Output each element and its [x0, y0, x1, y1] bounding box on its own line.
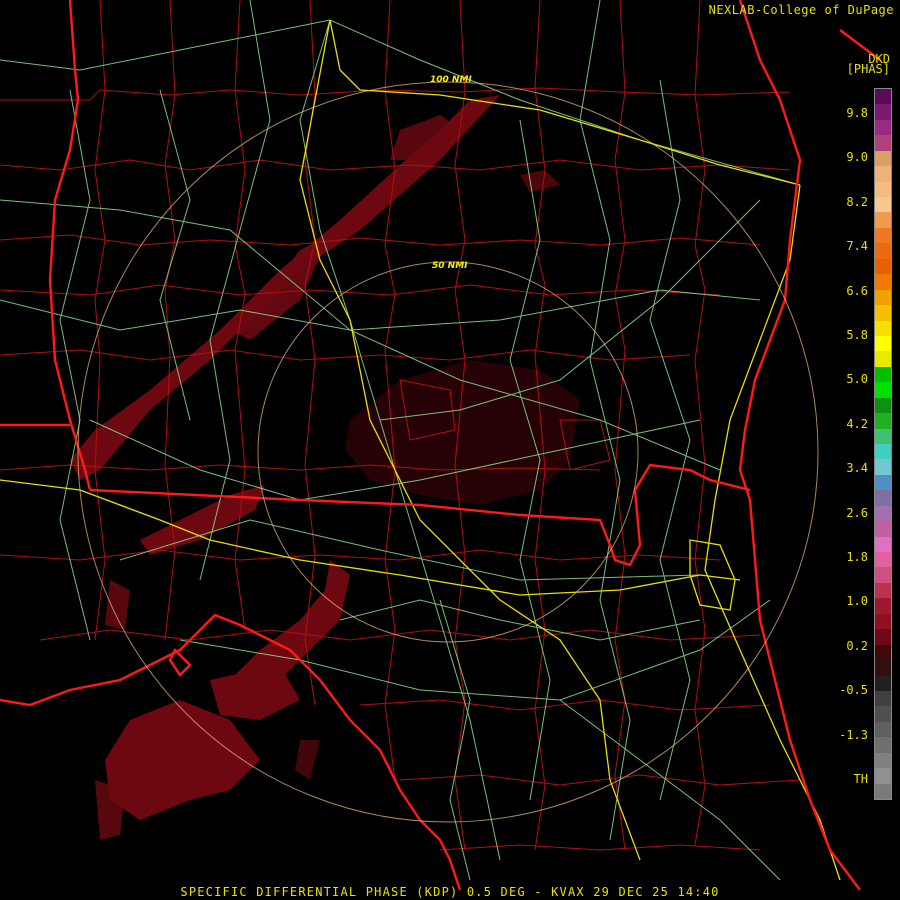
color-scale-segment: [875, 212, 891, 229]
color-scale-segment: [875, 335, 891, 352]
color-scale-segment: [875, 305, 891, 321]
color-scale-segment: [875, 660, 891, 676]
color-scale-segment: [875, 197, 891, 213]
ring-label-100: 100 NMI: [430, 75, 472, 85]
color-scale-segment: [875, 366, 891, 383]
color-scale-segment: [875, 737, 891, 754]
color-scale-segment: [875, 181, 891, 198]
color-scale-tick-label: 7.4: [846, 239, 868, 254]
color-scale-segment: [875, 598, 891, 615]
color-scale-segment: [875, 613, 891, 630]
color-scale-segment: [875, 505, 891, 522]
color-scale-segment: [875, 752, 891, 769]
color-scale-segment: [875, 382, 891, 399]
legend-unit-label: [PHAS]: [846, 62, 890, 76]
product-caption: SPECIFIC DIFFERENTIAL PHASE (KDP) 0.5 DE…: [180, 885, 720, 899]
color-scale-tick-label: 9.0: [846, 150, 868, 165]
color-scale-segment: [875, 459, 891, 476]
color-scale-segment: [875, 490, 891, 507]
color-scale-tick-label: 8.2: [846, 194, 868, 209]
color-scale-segment: [875, 135, 891, 152]
color-scale-segment: [875, 351, 891, 368]
color-scale-segment: [875, 521, 891, 538]
ring-label-50: 50 NMI: [432, 261, 468, 271]
color-scale-segment: [875, 274, 891, 291]
color-scale-segment: [875, 227, 891, 244]
color-scale-segment: [875, 552, 891, 568]
color-scale-segment: [875, 89, 891, 105]
color-scale-tick-label: 4.2: [846, 416, 868, 431]
color-scale-segment: [875, 444, 891, 460]
color-scale-segment: [875, 413, 891, 430]
color-scale-tick-label: 5.8: [846, 328, 868, 342]
color-scale-segment: [875, 644, 891, 661]
color-scale-segment: [875, 258, 891, 275]
color-scale-segment: [875, 289, 891, 306]
color-scale-tick-label: 1.0: [846, 594, 868, 609]
color-scale-tick-label: 2.6: [846, 505, 868, 520]
color-scale-segment: [875, 567, 891, 584]
color-scale-segment: [875, 166, 891, 183]
color-scale-segment: [875, 629, 891, 646]
color-scale-segment: [875, 150, 891, 167]
color-scale-segment: [875, 768, 891, 785]
color-scale-segment: [875, 428, 891, 445]
color-scale-tick-label: 6.6: [846, 283, 868, 298]
color-scale-segment: [875, 783, 891, 800]
color-scale-tick-label: -1.3: [839, 727, 868, 742]
color-scale-bar: [874, 88, 892, 800]
color-scale-tick-label: TH: [853, 772, 868, 786]
color-scale-segment: [875, 474, 891, 491]
color-scale-segment: [875, 536, 891, 553]
color-scale-segment: [875, 320, 891, 337]
color-scale-segment: [875, 397, 891, 414]
color-scale-tick-label: 1.8: [846, 550, 868, 564]
color-scale-segment: [875, 582, 891, 599]
color-scale-tick-label: 9.8: [846, 106, 868, 120]
credit-label: NEXLAB-College of DuPage: [708, 3, 894, 17]
color-scale-tick-label: 0.2: [846, 638, 868, 653]
color-scale-segment: [875, 706, 891, 723]
color-scale-tick-label: 5.0: [846, 372, 868, 387]
radar-map: 100 NMI 50 NMI: [0, 0, 900, 900]
color-scale-segment: [875, 690, 891, 707]
color-scale-tick-label: 3.4: [846, 461, 868, 476]
color-scale-segment: [875, 243, 891, 260]
color-scale-segment: [875, 721, 891, 738]
color-scale-segment: [875, 119, 891, 136]
color-scale-tick-label: -0.5: [839, 683, 868, 698]
color-scale-segment: [875, 675, 891, 692]
color-scale-segment: [875, 104, 891, 121]
